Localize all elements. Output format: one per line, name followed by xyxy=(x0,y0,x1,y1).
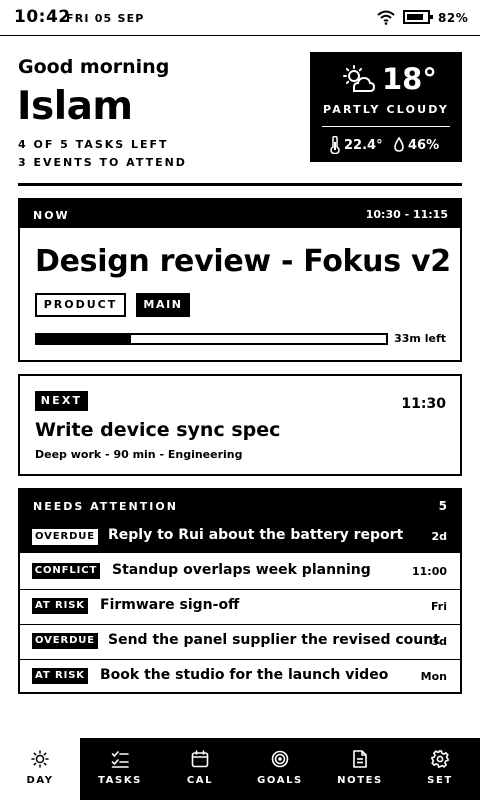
tab-settings[interactable]: SET xyxy=(400,738,480,800)
greeting-salutation: Good morning xyxy=(18,56,170,78)
tab-calendar[interactable]: CAL xyxy=(160,738,240,800)
weather-divider xyxy=(322,126,450,127)
now-header: NOW 10:30 - 11:15 xyxy=(20,200,460,228)
header-divider xyxy=(18,183,462,186)
status-badge: OVERDUE xyxy=(32,529,98,545)
status-badge: CONFLICT xyxy=(32,563,100,579)
attention-item-text: Send the panel supplier the revised coun… xyxy=(108,632,440,648)
note-icon xyxy=(353,750,367,768)
attention-item-due: 11:00 xyxy=(411,565,447,578)
attention-item[interactable]: AT RISK Firmware sign-off Fri xyxy=(20,589,460,624)
weather-condition: PARTLY CLOUDY xyxy=(322,103,449,116)
attention-item[interactable]: CONFLICT Standup overlaps week planning … xyxy=(20,554,460,589)
tab-tasks[interactable]: TASKS xyxy=(80,738,160,800)
now-title: Design review - Fokus v2 xyxy=(35,244,451,279)
tab-label: SET xyxy=(427,775,453,786)
tab-bar: DAY TASKS CAL GOALS NOTES SET xyxy=(0,738,480,800)
now-time-range: 10:30 - 11:15 xyxy=(365,208,448,221)
humidity-drop-icon xyxy=(394,137,404,152)
calendar-icon xyxy=(191,750,209,768)
tab-label: GOALS xyxy=(257,775,303,786)
attention-item-due: 3d xyxy=(431,635,447,648)
user-name: Islam xyxy=(17,84,133,129)
tab-label: CAL xyxy=(186,775,214,786)
attention-item-text: Book the studio for the launch video xyxy=(100,667,389,683)
partly-cloudy-icon xyxy=(343,65,375,92)
weather-temperature: 18° xyxy=(382,62,437,96)
events-summary: 3 EVENTS TO ATTEND xyxy=(18,156,187,169)
tag-main: MAIN xyxy=(136,293,190,317)
status-date: FRI 05 SEP xyxy=(66,12,145,25)
attention-item[interactable]: OVERDUE Send the panel supplier the revi… xyxy=(20,624,460,659)
tab-notes[interactable]: NOTES xyxy=(320,738,400,800)
attention-item-due: 2d xyxy=(431,530,447,543)
target-icon xyxy=(271,750,289,768)
now-card[interactable]: NOW 10:30 - 11:15 Design review - Fokus … xyxy=(18,198,462,362)
needs-attention-label: NEEDS ATTENTION xyxy=(33,500,178,513)
tab-label: NOTES xyxy=(337,775,383,786)
battery-icon xyxy=(403,10,433,24)
attention-item[interactable]: AT RISK Book the studio for the launch v… xyxy=(20,659,460,694)
humidity: 46% xyxy=(408,138,440,153)
attention-item-text: Firmware sign-off xyxy=(100,597,240,613)
now-progress-bar xyxy=(35,333,388,345)
attention-item-text: Reply to Rui about the battery report xyxy=(108,527,404,543)
status-badge: AT RISK xyxy=(32,598,88,614)
next-time: 11:30 xyxy=(401,396,446,412)
next-label: NEXT xyxy=(35,391,88,411)
sun-icon xyxy=(31,750,49,768)
thermometer-icon xyxy=(330,136,340,154)
weather-card[interactable]: 18° PARTLY CLOUDY 22.4° 46% xyxy=(310,52,462,162)
attention-item-text: Standup overlaps week planning xyxy=(112,562,371,578)
needs-attention-panel: NEEDS ATTENTION 5 OVERDUE Reply to Rui a… xyxy=(18,488,462,694)
status-time: 10:42 xyxy=(14,7,71,27)
attention-item-due: Mon xyxy=(420,670,447,683)
next-card[interactable]: NEXT 11:30 Write device sync spec Deep w… xyxy=(18,374,462,476)
wifi-icon xyxy=(377,10,395,25)
battery-percent: 82% xyxy=(438,11,469,25)
next-meta: Deep work - 90 min - Engineering xyxy=(35,448,243,461)
tab-label: DAY xyxy=(26,775,54,786)
now-progress-fill xyxy=(37,335,132,343)
tag-product: PRODUCT xyxy=(35,293,126,317)
checklist-icon xyxy=(111,751,129,768)
tab-label: TASKS xyxy=(98,775,142,786)
indoor-temperature: 22.4° xyxy=(344,138,383,153)
attention-item[interactable]: OVERDUE Reply to Rui about the battery r… xyxy=(20,519,460,554)
gear-icon xyxy=(431,750,449,768)
now-label: NOW xyxy=(33,209,70,222)
tasks-summary: 4 OF 5 TASKS LEFT xyxy=(18,138,169,151)
next-title: Write device sync spec xyxy=(35,419,281,441)
status-badge: AT RISK xyxy=(32,668,88,684)
now-time-left: 33m left xyxy=(394,332,446,345)
needs-attention-count: 5 xyxy=(438,499,447,513)
tab-goals[interactable]: GOALS xyxy=(240,738,320,800)
tab-day[interactable]: DAY xyxy=(0,738,80,800)
status-badge: OVERDUE xyxy=(32,633,98,649)
status-bar: 10:42 FRI 05 SEP 82% xyxy=(0,0,480,36)
attention-item-due: Fri xyxy=(430,600,447,613)
